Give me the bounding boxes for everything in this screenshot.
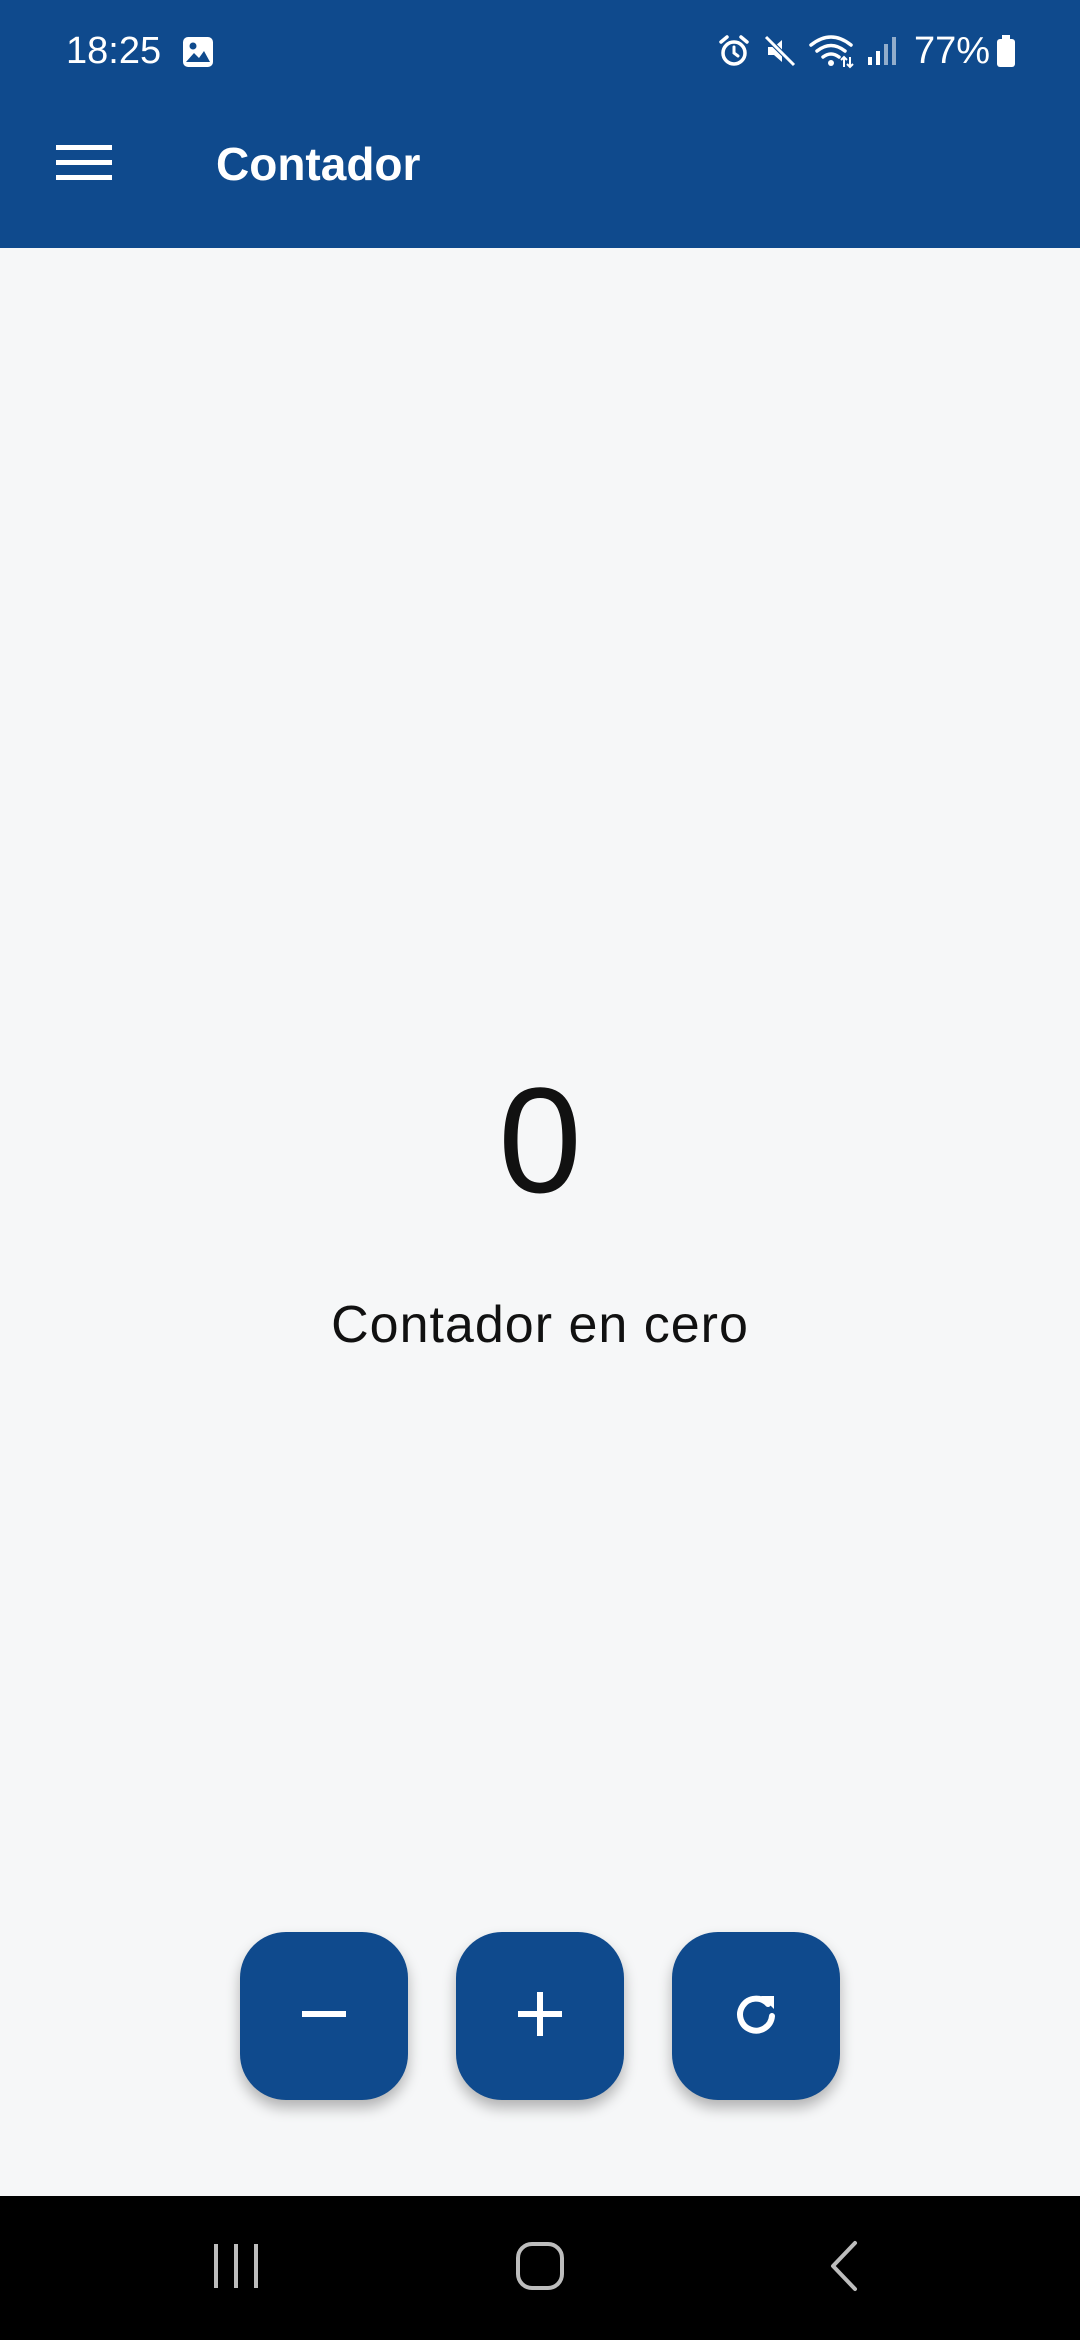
- counter-label: Contador en cero: [331, 1296, 749, 1354]
- plus-icon: [516, 1990, 564, 2043]
- reset-button[interactable]: [672, 1932, 840, 2100]
- back-button[interactable]: [784, 2218, 904, 2318]
- mute-icon: [762, 33, 798, 69]
- counter-screen: 18:25 77% Contador 0 Contador en cero: [0, 0, 1080, 2340]
- decrement-button[interactable]: [240, 1932, 408, 2100]
- increment-button[interactable]: [456, 1932, 624, 2100]
- menu-icon: [56, 143, 112, 188]
- menu-button[interactable]: [44, 130, 124, 200]
- back-icon: [827, 2239, 861, 2298]
- recents-button[interactable]: [176, 2218, 296, 2318]
- home-button[interactable]: [480, 2218, 600, 2318]
- refresh-icon: [728, 1986, 784, 2047]
- battery-icon: [996, 33, 1016, 69]
- status-icons: 77%: [706, 26, 1016, 76]
- alarm-icon: [716, 33, 752, 69]
- home-icon: [514, 2240, 566, 2297]
- wifi-icon: [808, 33, 854, 69]
- top-bar: 18:25 77% Contador: [0, 0, 1080, 248]
- minus-icon: [300, 1990, 348, 2043]
- counter-value: 0: [498, 1056, 582, 1224]
- navigation-bar: [0, 2196, 1080, 2340]
- gallery-icon: [180, 34, 216, 70]
- app-title: Contador: [216, 138, 421, 190]
- app-bar: Contador: [0, 100, 1080, 248]
- signal-icon: [864, 33, 900, 69]
- status-time: 18:25: [66, 30, 162, 72]
- status-bar: 18:25 77%: [0, 0, 1080, 100]
- recents-icon: [211, 2242, 261, 2295]
- battery-percent: 77%: [913, 30, 990, 72]
